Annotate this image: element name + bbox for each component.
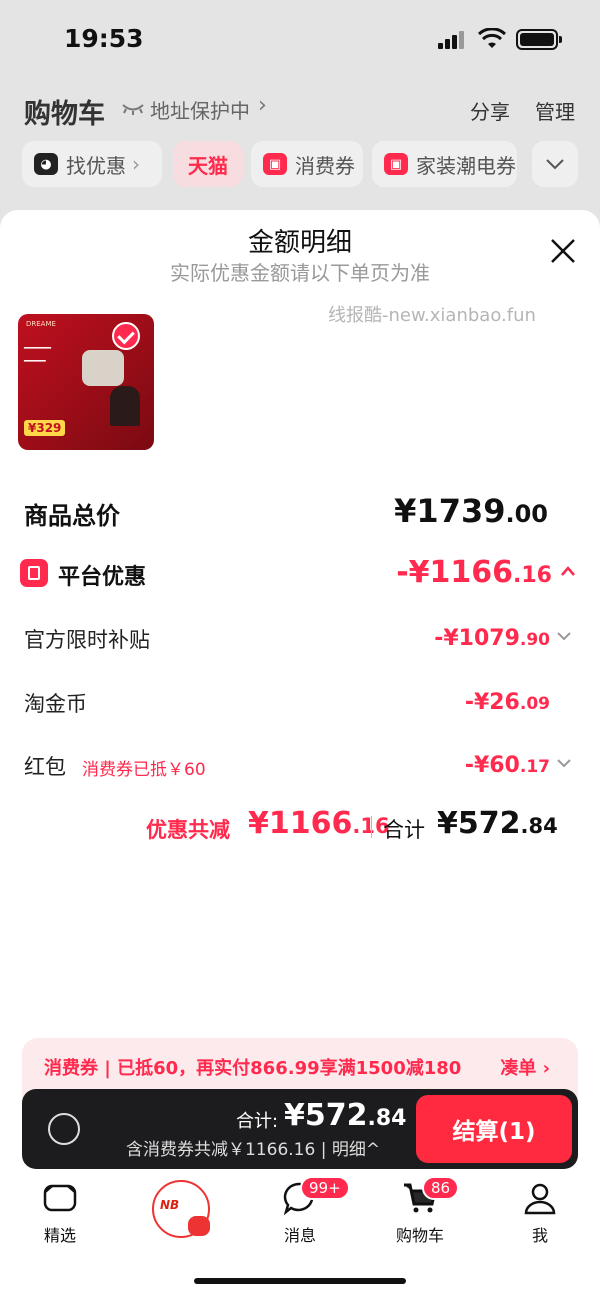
chip-consumer-coupon[interactable]: ▣ 消费券: [251, 141, 363, 187]
platform-discount-icon: [20, 559, 48, 587]
featured-icon: [43, 1184, 77, 1212]
row-amount: -¥1166.16: [396, 555, 552, 590]
row-amount: ¥1739.00: [394, 492, 548, 530]
chevron-right-icon: ›: [258, 93, 267, 118]
discount-total-amount: ¥1166.16: [248, 806, 390, 841]
wifi-icon: [478, 28, 506, 48]
chip-label: 家装潮电券: [416, 153, 516, 178]
row-label: 官方限时补贴: [24, 628, 150, 652]
product-thumbnail[interactable]: DREAME ━━━━━ ━━━━ ¥329: [18, 314, 154, 450]
chip-find-deals[interactable]: ◕ 找优惠 ›: [22, 141, 162, 187]
tab-featured[interactable]: 精选: [10, 1172, 110, 1252]
cart-badge: 86: [422, 1176, 460, 1200]
row-amount: -¥60.17: [464, 753, 550, 778]
tab-promo-logo[interactable]: NB: [152, 1180, 210, 1238]
expand-chips-button[interactable]: [532, 141, 578, 187]
checkout-total-label: 合计:: [236, 1111, 279, 1132]
spokesperson-image: [110, 386, 140, 426]
battery-icon: [516, 29, 562, 50]
chevron-right-icon: ›: [132, 152, 140, 176]
tab-label: 消息: [283, 1226, 316, 1245]
row-label: 红包: [24, 755, 66, 779]
chevron-down-icon: [557, 632, 571, 641]
chip-home-appliance-coupon[interactable]: ▣ 家装潮电券: [372, 141, 517, 187]
user-icon: [524, 1183, 556, 1215]
checkout-total-amount: ¥572.84: [284, 1098, 407, 1133]
product-slogan-line: ━━━━━: [24, 344, 52, 354]
share-button[interactable]: 分享: [470, 96, 510, 125]
message-badge: 99+: [300, 1176, 350, 1200]
tab-label: 我: [531, 1226, 548, 1245]
bottom-tab-bar: 精选 99+ 消息 86 购物车 我: [0, 1172, 600, 1252]
chevron-down-icon: [546, 159, 564, 170]
row-amount: -¥26.09: [464, 690, 550, 715]
manage-button[interactable]: 管理: [535, 96, 575, 125]
watermark: 线报酷-new.xianbao.fun: [328, 305, 536, 326]
tab-me[interactable]: 我: [490, 1172, 590, 1252]
product-slogan-line: ━━━━: [24, 357, 46, 367]
discount-total-label: 优惠共减: [146, 818, 230, 842]
row-label: 淘金币: [24, 692, 87, 716]
checkout-button[interactable]: 结算(1): [416, 1095, 572, 1163]
closed-eye-icon: [122, 104, 144, 115]
page-title: 购物车: [24, 99, 105, 130]
chip-label: 找优惠: [66, 153, 126, 178]
address-protect-link[interactable]: 地址保护中: [150, 95, 250, 124]
divider: [371, 816, 372, 838]
coupon-icon: ▣: [384, 153, 408, 175]
row-amount: -¥1079.90: [434, 626, 550, 651]
checkout-detail-toggle[interactable]: 含消费券共减￥1166.16 | 明细^: [126, 1135, 380, 1160]
grand-total-label: 合计: [383, 818, 425, 842]
sheet-subtitle: 实际优惠金额请以下单页为准: [170, 261, 430, 285]
select-all-radio[interactable]: [48, 1113, 80, 1145]
filter-chips: ◕ 找优惠 › 天猫 ▣ 消费券 ▣ 家装潮电券: [22, 141, 600, 187]
product-price-tag: ¥329: [24, 420, 66, 436]
chevron-down-icon: [557, 759, 571, 768]
cellular-signal-icon: [438, 31, 464, 49]
tab-label: 购物车: [395, 1226, 444, 1245]
tab-messages[interactable]: 99+ 消息: [250, 1172, 350, 1252]
tab-cart[interactable]: 86 购物车: [370, 1172, 470, 1252]
checkout-bar: 合计: ¥572.84 含消费券共减￥1166.16 | 明细^ 结算(1): [22, 1089, 578, 1169]
tab-label: 精选: [43, 1226, 76, 1245]
sheet-title: 金额明细: [247, 228, 352, 258]
home-indicator: [194, 1278, 406, 1284]
new-balance-logo: NB: [160, 1198, 180, 1212]
chip-tmall[interactable]: 天猫: [173, 141, 243, 187]
cart-header: 购物车 地址保护中 › 分享 管理: [0, 84, 600, 132]
coupon-banner-text: 消费券 | 已抵60，再实付866.99享满1500减180: [44, 1058, 462, 1079]
row-label: 平台优惠: [58, 565, 147, 590]
grand-total-amount: ¥572.84: [437, 806, 558, 841]
chip-label: 消费券: [295, 153, 355, 178]
coupon-deducted-note: 消费券已抵￥60: [82, 760, 206, 780]
coupon-icon: ▣: [263, 153, 287, 175]
product-device-image: [82, 350, 124, 386]
chip-label: 天猫: [188, 153, 228, 178]
status-bar: 19:53: [0, 0, 600, 80]
add-items-link[interactable]: 凑单 ›: [500, 1054, 550, 1080]
selected-check-icon: [112, 322, 140, 350]
live-icon: [188, 1216, 210, 1236]
cat-icon: ◕: [34, 153, 58, 175]
row-label: 商品总价: [24, 502, 120, 530]
brand-logo: DREAME: [26, 320, 56, 328]
status-time: 19:53: [64, 24, 144, 53]
close-icon[interactable]: [548, 236, 578, 266]
discount-summary: 优惠共减 ¥1166.16 合计 ¥572.84: [0, 806, 600, 846]
chevron-up-icon: [561, 566, 575, 576]
